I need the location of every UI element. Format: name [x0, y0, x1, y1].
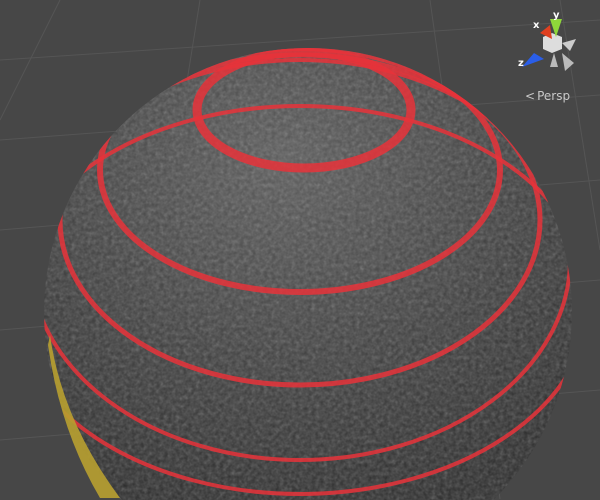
gizmo-z-label: z — [518, 58, 524, 69]
projection-label: Persp — [537, 89, 571, 103]
gizmo-neg-y-cone[interactable] — [550, 53, 558, 67]
gizmo-x-label: x — [533, 20, 540, 31]
projection-toggle[interactable]: < Persp — [525, 89, 570, 103]
gizmo-cube[interactable] — [543, 33, 562, 53]
gizmo-neg-z-cone[interactable] — [562, 53, 574, 71]
chevron-left-icon: < — [525, 89, 536, 103]
gizmo-z-cone[interactable] — [522, 53, 544, 67]
gizmo-neg-x-cone[interactable] — [562, 39, 576, 51]
gizmo-y-label: y — [553, 10, 560, 21]
sphere-object[interactable] — [10, 47, 590, 500]
orientation-gizmo[interactable]: y x z — [510, 5, 590, 85]
